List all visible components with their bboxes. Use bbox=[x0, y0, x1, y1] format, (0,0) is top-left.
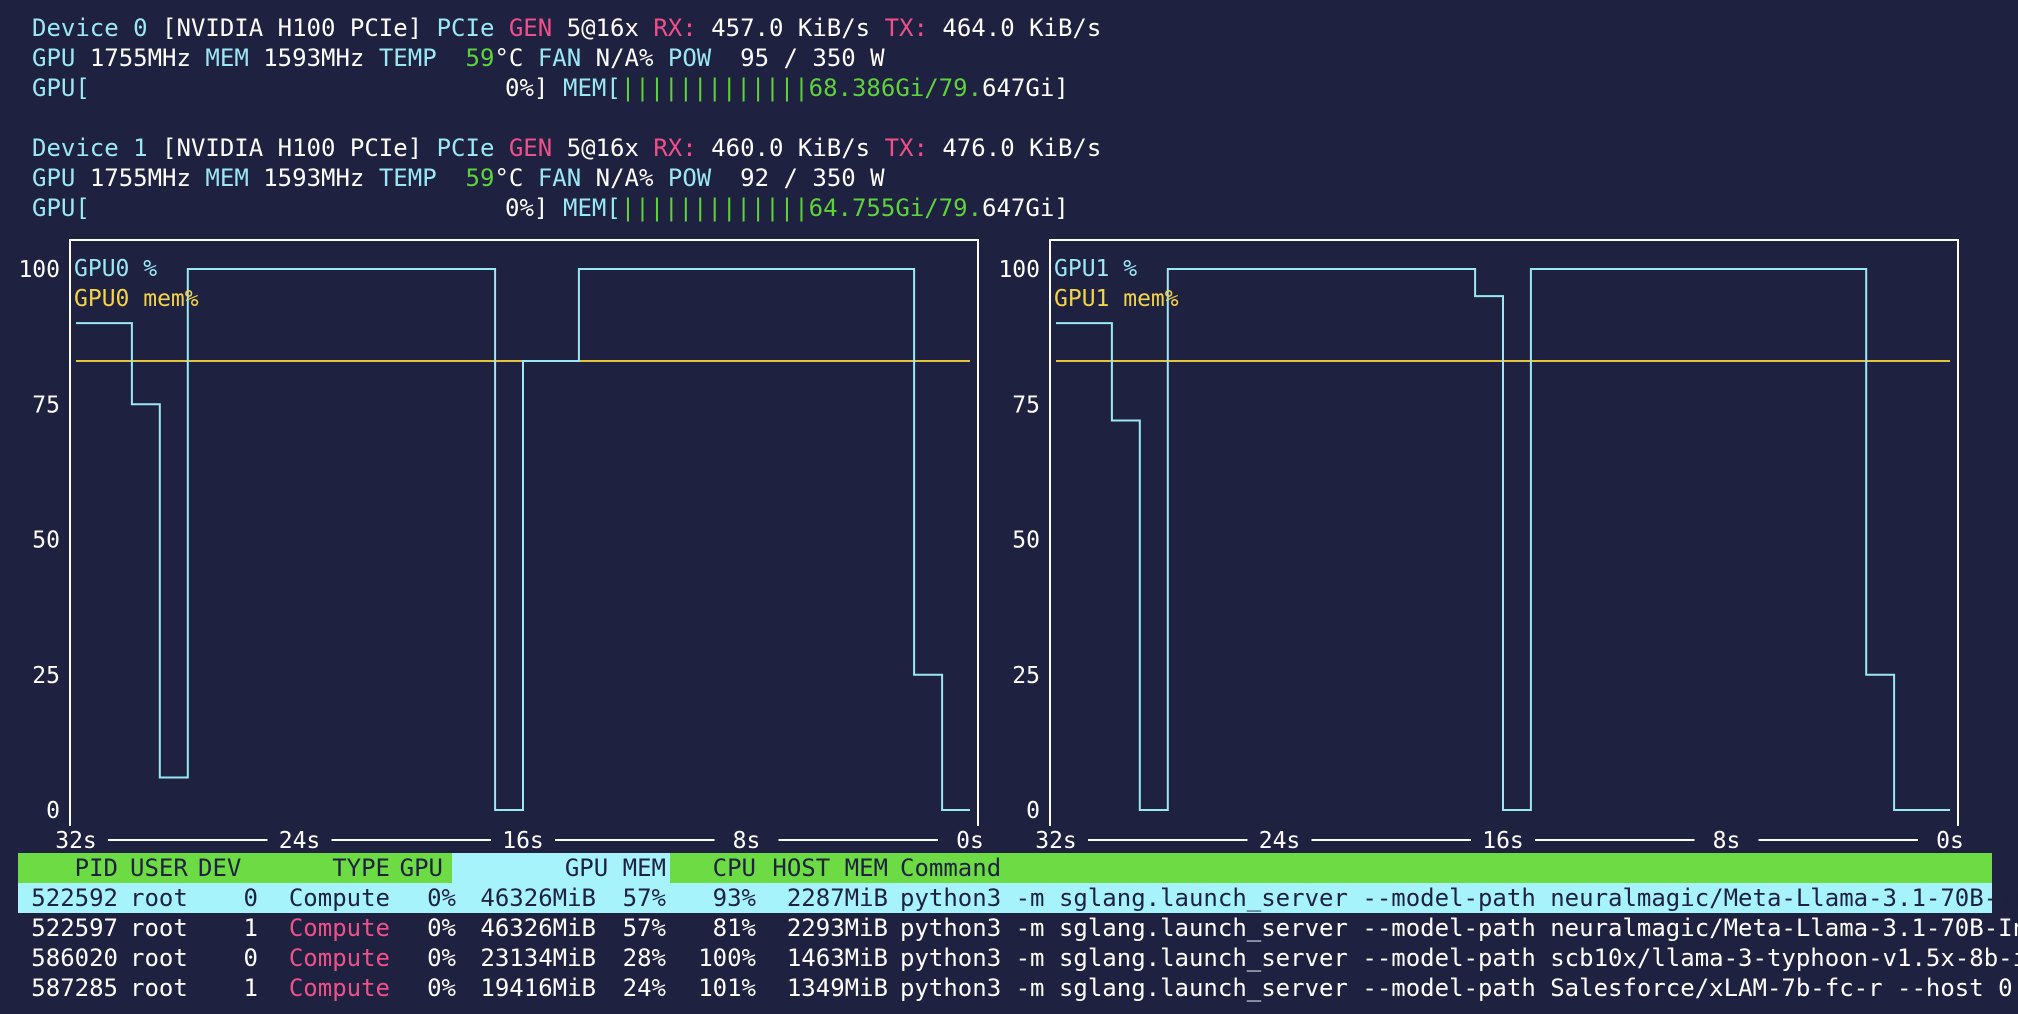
row-cpu: 100% bbox=[698, 944, 756, 972]
x-tick-label: 16s bbox=[1482, 828, 1524, 854]
row-gpu: 0% bbox=[427, 944, 456, 972]
col-gpu[interactable]: GPU bbox=[388, 853, 443, 883]
row-gpu: 0% bbox=[427, 914, 456, 942]
row-type: Compute bbox=[288, 944, 390, 972]
row-gpu-mem-mib: 46326MiB bbox=[480, 914, 596, 942]
table-row[interactable]: 522592 root 0 Compute 0% 46326MiB 57% 93% 2287Mi… bbox=[18, 883, 2018, 913]
y-tick-label: 100 bbox=[18, 257, 60, 283]
y-tick-label: 50 bbox=[32, 528, 60, 554]
row-host-mem: 1349MiB bbox=[786, 974, 888, 1002]
row-command: python3 -m sglang.launch_server --model-… bbox=[900, 944, 2018, 972]
row-dev: 0 bbox=[243, 884, 258, 912]
row-gpu-mem-pct: 57% bbox=[622, 914, 666, 942]
y-tick-label: 25 bbox=[32, 663, 60, 689]
row-pid: 587285 bbox=[31, 974, 118, 1002]
row-host-mem: 2287MiB bbox=[786, 884, 888, 912]
x-tick-label: 16s bbox=[502, 828, 544, 854]
row-type: Compute bbox=[288, 914, 390, 942]
row-gpu: 0% bbox=[427, 884, 456, 912]
col-type[interactable]: TYPE bbox=[268, 853, 390, 883]
col-dev[interactable]: DEV bbox=[198, 853, 241, 883]
util-legend: GPU0 % bbox=[74, 256, 157, 282]
col-command[interactable]: Command bbox=[900, 853, 1001, 883]
row-user: root bbox=[130, 944, 188, 972]
row-command: python3 -m sglang.launch_server --model-… bbox=[900, 914, 2018, 942]
row-command: python3 -m sglang.launch_server --model-… bbox=[900, 884, 2018, 912]
util-legend: GPU1 % bbox=[1054, 256, 1137, 282]
row-dev: 0 bbox=[243, 944, 258, 972]
x-tick-label: 8s bbox=[1713, 828, 1741, 854]
x-tick-label: 0s bbox=[956, 828, 984, 854]
y-tick-label: 0 bbox=[1026, 798, 1040, 824]
row-gpu-mem-mib: 46326MiB bbox=[480, 884, 596, 912]
row-user: root bbox=[130, 974, 188, 1002]
row-gpu-mem-mib: 23134MiB bbox=[480, 944, 596, 972]
y-tick-label: 75 bbox=[32, 392, 60, 418]
table-row[interactable]: 522597 root 1 Compute 0% 46326MiB 57% 81% 2293Mi… bbox=[18, 913, 2018, 943]
x-tick-label: 24s bbox=[279, 828, 321, 854]
col-cpu[interactable]: CPU bbox=[658, 853, 756, 883]
row-pid: 586020 bbox=[31, 944, 118, 972]
mem-legend: GPU0 mem% bbox=[74, 286, 199, 312]
row-user: root bbox=[130, 914, 188, 942]
gpu-util-line bbox=[1056, 268, 1950, 811]
row-gpu-mem-pct: 24% bbox=[622, 974, 666, 1002]
x-tick-label: 32s bbox=[1035, 828, 1077, 854]
row-host-mem: 1463MiB bbox=[786, 944, 888, 972]
x-tick-label: 32s bbox=[55, 828, 97, 854]
row-pid: 522592 bbox=[31, 884, 118, 912]
row-cpu: 101% bbox=[698, 974, 756, 1002]
row-gpu-mem-pct: 28% bbox=[622, 944, 666, 972]
y-tick-label: 50 bbox=[1012, 528, 1040, 554]
y-tick-label: 25 bbox=[1012, 663, 1040, 689]
y-tick-label: 100 bbox=[998, 257, 1040, 283]
col-gpu-mem[interactable]: GPU MEM bbox=[448, 853, 666, 883]
gpu-util-line bbox=[76, 268, 970, 811]
row-command: python3 -m sglang.launch_server --model-… bbox=[900, 974, 2018, 1002]
table-row[interactable]: 587285 root 1 Compute 0% 19416MiB 24% 101% 1349M… bbox=[18, 973, 2018, 1003]
gpu-charts: 100 75 50 25 0 32s 24s 16s 8s 0s GPU0 % GPU0 mem% 10… bbox=[18, 239, 1982, 854]
row-user: root bbox=[130, 884, 188, 912]
row-gpu: 0% bbox=[427, 974, 456, 1002]
x-tick-label: 24s bbox=[1259, 828, 1301, 854]
y-tick-label: 0 bbox=[46, 798, 60, 824]
row-host-mem: 2293MiB bbox=[786, 914, 888, 942]
x-tick-label: 0s bbox=[1936, 828, 1964, 854]
row-dev: 1 bbox=[243, 974, 258, 1002]
table-row[interactable]: 586020 root 0 Compute 0% 23134MiB 28% 100% 1463M… bbox=[18, 943, 2018, 973]
col-pid[interactable]: PID bbox=[18, 853, 118, 883]
row-type: Compute bbox=[288, 884, 390, 912]
row-gpu-mem-mib: 19416MiB bbox=[480, 974, 596, 1002]
x-tick-label: 8s bbox=[733, 828, 761, 854]
row-cpu: 93% bbox=[712, 884, 756, 912]
row-pid: 522597 bbox=[31, 914, 118, 942]
col-user[interactable]: USER bbox=[130, 853, 188, 883]
row-gpu-mem-pct: 57% bbox=[622, 884, 666, 912]
row-dev: 1 bbox=[243, 914, 258, 942]
mem-legend: GPU1 mem% bbox=[1054, 286, 1179, 312]
row-cpu: 81% bbox=[712, 914, 756, 942]
col-host-mem[interactable]: HOST MEM bbox=[758, 853, 888, 883]
y-tick-label: 75 bbox=[1012, 392, 1040, 418]
row-type: Compute bbox=[288, 974, 390, 1002]
process-table-header: PID USER DEV TYPE GPU GPU MEM CPU HOST M… bbox=[18, 853, 1992, 883]
